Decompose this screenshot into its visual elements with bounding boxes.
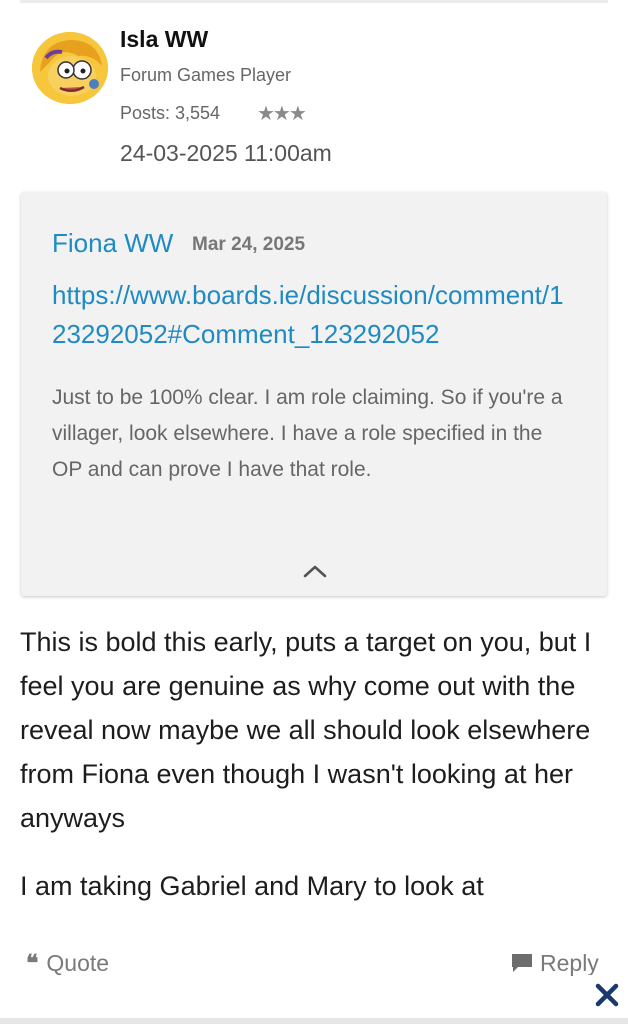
quote-button-label: Quote — [46, 950, 110, 976]
author-name[interactable]: Isla WW — [120, 26, 208, 53]
ad-close-button[interactable] — [586, 975, 628, 1015]
collapse-quote-button[interactable] — [301, 562, 329, 580]
quote-icon: ❝ — [26, 950, 39, 977]
avatar[interactable] — [32, 32, 108, 104]
author-title: Forum Games Player — [120, 65, 292, 85]
rank-stars-icon: ★★★ — [257, 103, 307, 125]
top-divider — [20, 0, 608, 3]
avatar-image — [32, 32, 108, 104]
post-body: This is bold this early, puts a target o… — [20, 620, 610, 908]
quote-author[interactable]: Fiona WW — [52, 228, 173, 259]
quote-block: Fiona WW Mar 24, 2025 https://www.boards… — [21, 192, 607, 596]
quote-link[interactable]: https://www.boards.ie/discussion/comment… — [52, 276, 572, 354]
post-date[interactable]: 24-03-2025 11:00am — [120, 140, 332, 167]
quote-text: Just to be 100% clear. I am role claimin… — [52, 386, 563, 481]
speech-bubble-icon — [512, 954, 532, 972]
forum-post: Isla WW Forum Games Player Posts: 3,554 … — [0, 0, 628, 1024]
quote-date: Mar 24, 2025 — [192, 234, 306, 255]
post-paragraph: I am taking Gabriel and Mary to look at — [20, 871, 484, 901]
chevron-up-icon — [303, 565, 327, 578]
post-paragraph: This is bold this early, puts a target o… — [20, 627, 592, 833]
ad-banner-strip — [0, 1018, 628, 1024]
close-icon — [595, 983, 619, 1007]
reply-button-label: Reply — [540, 950, 599, 976]
reply-button[interactable]: Reply — [510, 950, 599, 977]
quote-button[interactable]: ❝ Quote — [26, 950, 109, 977]
author-post-count: Posts: 3,554 — [120, 103, 221, 123]
